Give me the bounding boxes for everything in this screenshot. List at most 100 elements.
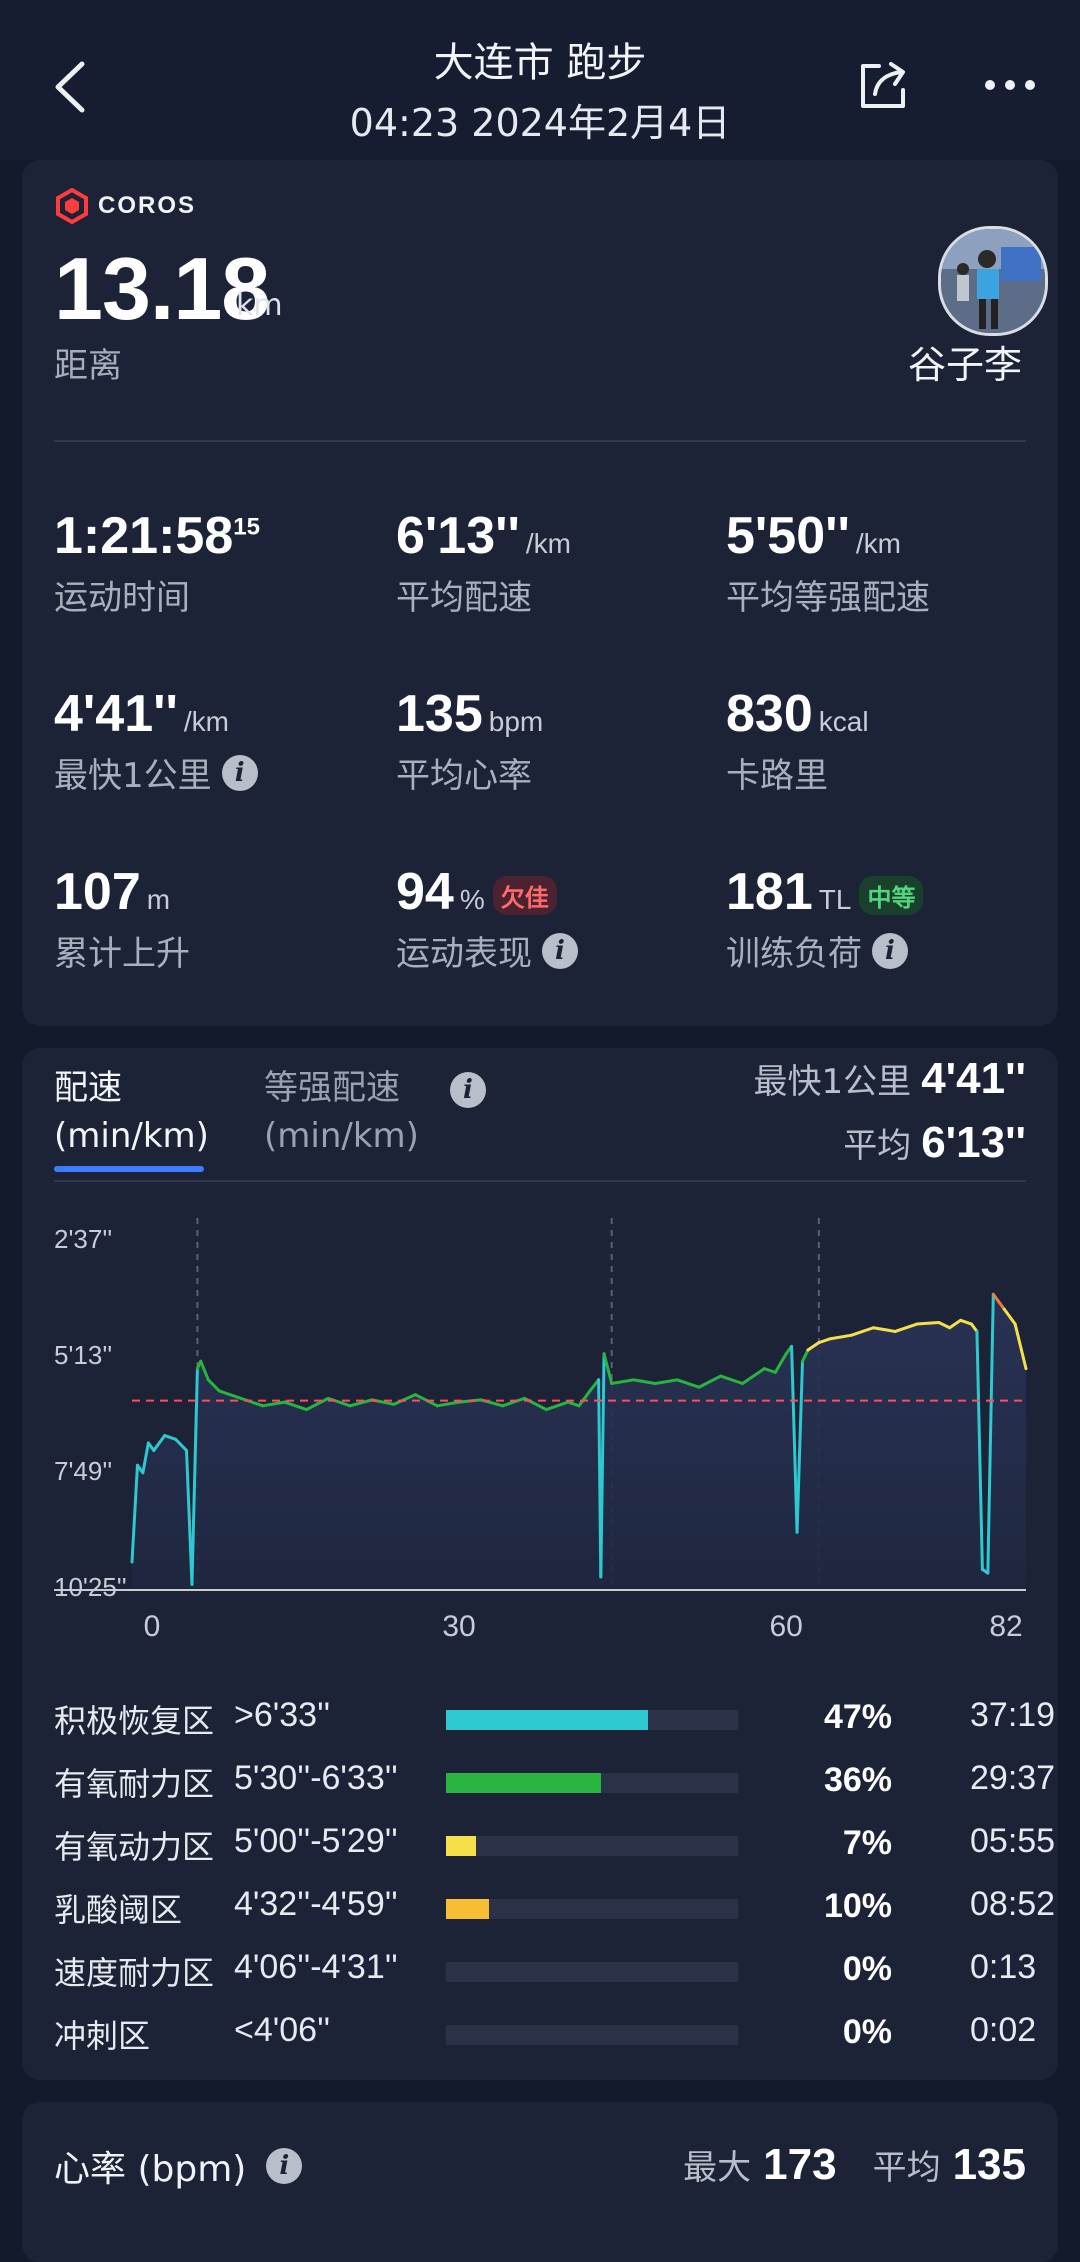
avatar-photo-icon [941, 229, 1045, 333]
zone-bar-fill [446, 1773, 601, 1793]
zone-row: 有氧耐力区 5'30''-6'33'' 36% 29:37 [54, 1759, 1055, 1803]
hr-title-row: 心率 (bpm) i [54, 2140, 303, 2192]
zone-bar-track [446, 1899, 738, 1919]
zone-row: 冲刺区 <4'06'' 0% 0:02 [54, 2011, 1044, 2055]
stat-number: 830 [726, 685, 813, 743]
zone-time: 05:55 [970, 1822, 1056, 1860]
status-badge: 中等 [859, 875, 924, 915]
pace-line-segment [915, 1321, 941, 1326]
y-tick-label: 5'13'' [54, 1340, 112, 1370]
stat-unit: bpm [488, 706, 544, 737]
hr-summary: 最大 173 平均 135 [647, 2140, 1026, 2190]
stat-unit: /km [525, 528, 571, 559]
stat-unit: % [459, 884, 485, 915]
stat-elevation-gain: 107 m 累计上升 [54, 862, 190, 975]
y-tick-label: 7'49'' [54, 1456, 112, 1486]
more-options-icon[interactable] [980, 70, 1040, 100]
hr-avg-label: 平均 [872, 2148, 941, 2188]
brand-logo: COROS [54, 188, 196, 224]
zone-bar-track [446, 1710, 738, 1730]
zone-range: 5'00''-5'29'' [234, 1822, 398, 1860]
zone-name: 乳酸阈区 [54, 1891, 183, 1929]
activity-datetime: 04:23 2024年2月4日 [349, 101, 731, 145]
stat-unit: kcal [818, 706, 869, 737]
zone-time: 08:52 [970, 1885, 1056, 1923]
stat-label: 累计上升 [54, 934, 190, 974]
stat-label: 平均配速 [396, 578, 532, 618]
stat-label: 平均等强配速 [726, 578, 930, 618]
stat-number: 181 [726, 863, 813, 921]
stat-label: 平均心率 [396, 756, 532, 796]
zone-row: 乳酸阈区 4'32''-4'59'' 10% 08:52 [54, 1885, 1055, 1929]
y-tick-label: 2'37'' [54, 1224, 112, 1254]
stat-number: 135 [396, 685, 483, 743]
zone-percent: 47% [823, 1698, 892, 1736]
zone-time: 37:19 [970, 1696, 1056, 1734]
zone-name: 有氧动力区 [54, 1828, 215, 1866]
zone-percent: 7% [842, 1824, 892, 1862]
zone-bar-track [446, 1836, 738, 1856]
zone-range: 4'32''-4'59'' [234, 1885, 398, 1923]
stat-avg-pace: 6'13''/km 平均配速 [396, 506, 571, 619]
info-icon[interactable]: i [266, 2148, 303, 2184]
brand-name: COROS [98, 192, 197, 219]
stat-grade-adjusted-pace: 5'50''/km 平均等强配速 [726, 506, 930, 619]
stat-number: 6'13'' [396, 507, 520, 565]
stat-unit: TL [818, 884, 852, 915]
heart-rate-card: 心率 (bpm) i 最大 173 平均 135 [22, 2102, 1058, 2262]
top-bar: 大连市 跑步 04:23 2024年2月4日 [0, 0, 1080, 160]
zone-range: >6'33'' [234, 1696, 331, 1734]
stat-label-row: 运动表现 i [396, 926, 578, 975]
zone-row: 积极恢复区 >6'33'' 47% 37:19 [54, 1696, 1055, 1740]
summary-card: COROS 13.18 km 距离 谷子李 1:21:5815 运动时间 6'1… [22, 160, 1058, 1026]
hr-max-label: 最大 [683, 2148, 752, 2188]
zone-time: 29:37 [970, 1759, 1056, 1797]
share-icon[interactable] [855, 58, 911, 114]
zone-bar-track [446, 1962, 738, 1982]
stat-avg-heart-rate: 135 bpm 平均心率 [396, 684, 543, 797]
distance-label: 距离 [54, 346, 122, 386]
stat-label-row: 训练负荷 i [726, 926, 923, 975]
zone-name: 冲刺区 [54, 2017, 151, 2055]
stat-performance: 94% 欠佳 运动表现 i [396, 862, 578, 975]
stat-duration: 1:21:5815 运动时间 [54, 506, 260, 619]
info-icon[interactable]: i [542, 932, 578, 969]
stat-hundredths: 15 [233, 513, 260, 541]
stat-unit: m [146, 884, 171, 915]
status-badge: 欠佳 [492, 875, 557, 915]
stat-label: 运动表现 [396, 934, 532, 974]
stat-number: 4'41'' [54, 685, 178, 743]
avatar[interactable] [938, 226, 1048, 336]
stat-number: 94 [396, 863, 454, 921]
info-icon[interactable]: i [221, 754, 258, 791]
zone-name: 速度耐力区 [54, 1954, 215, 1992]
stat-unit: /km [855, 528, 901, 559]
hr-title: 心率 (bpm) [54, 2149, 247, 2190]
zone-percent: 0% [842, 1950, 892, 1988]
info-icon[interactable]: i [872, 932, 908, 969]
pace-card: 配速 (min/km) 等强配速 (min/km) i 最快1公里 4'41'' … [22, 1048, 1058, 2080]
zone-range: <4'06'' [234, 2011, 331, 2049]
pace-chart[interactable]: 2'37'' 5'13'' 7'49'' 10'25'' 0 30 60 82 [22, 1048, 1058, 1648]
stat-training-load: 181 TL 中等 训练负荷 i [726, 862, 924, 975]
zone-time: 0:13 [970, 1948, 1037, 1986]
zone-name: 积极恢复区 [54, 1702, 215, 1740]
stat-unit: /km [183, 706, 229, 737]
zone-percent: 10% [823, 1887, 892, 1925]
zone-bar-track [446, 2025, 738, 2045]
y-tick-label: 10'25'' [54, 1572, 127, 1602]
zone-bar-fill [446, 1899, 489, 1919]
zone-time: 0:02 [970, 2011, 1037, 2049]
zone-range: 5'30''-6'33'' [234, 1759, 398, 1797]
pace-area [132, 1294, 1026, 1588]
x-tick-label: 0 [144, 1610, 161, 1643]
stat-label: 训练负荷 [726, 934, 862, 974]
stat-label: 运动时间 [54, 578, 190, 618]
x-tick-label: 30 [442, 1610, 475, 1643]
zone-percent: 0% [842, 2013, 892, 2051]
x-tick-label: 82 [989, 1610, 1022, 1643]
zone-bar-fill [446, 1710, 649, 1730]
stat-calories: 830 kcal 卡路里 [726, 684, 869, 797]
zone-bar-fill [446, 1836, 477, 1856]
username[interactable]: 谷子李 [908, 334, 1022, 389]
